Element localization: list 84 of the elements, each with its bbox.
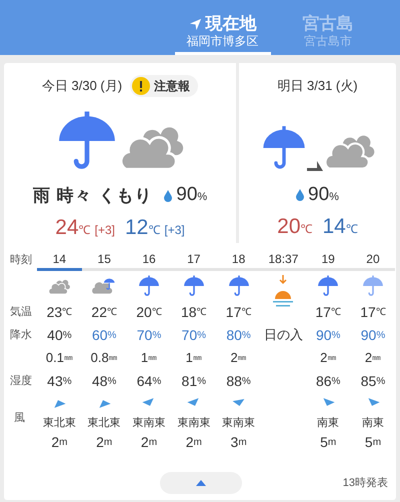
collapse-button[interactable] xyxy=(160,472,242,494)
hour-tab[interactable]: 15 xyxy=(82,249,127,271)
hour-tab[interactable]: 17 xyxy=(171,249,216,271)
precip-value: 90% xyxy=(308,182,339,207)
wind-direction: 南東 xyxy=(316,416,340,431)
amount-cell-text: 2㎜ xyxy=(319,349,338,368)
umbrella-icon xyxy=(56,110,118,172)
wind-direction: 東北東 xyxy=(86,416,122,431)
wind-direction: 東南東 xyxy=(221,416,256,431)
humidity-cell-text: 64% xyxy=(136,372,162,390)
drop-icon xyxy=(164,190,172,202)
drop-icon xyxy=(296,189,304,201)
amount-cell-text: 1㎜ xyxy=(184,349,203,368)
wind-speed: 2m xyxy=(140,433,158,451)
issued-time: 13時発表 xyxy=(342,476,388,491)
amount-cell-text: 2㎜ xyxy=(364,349,382,368)
wind-speed: 2m xyxy=(50,433,68,451)
hour-tab[interactable]: 20 xyxy=(350,249,396,271)
high-temp: 24℃ [+3] xyxy=(55,214,115,240)
row-label: 降水 xyxy=(9,328,33,343)
arrow-icon xyxy=(306,161,322,171)
umbrella-icon xyxy=(182,275,205,297)
high-temp: 20℃ xyxy=(277,214,312,240)
row-label: 時刻 xyxy=(9,252,33,268)
amount-cell-text: 1㎜ xyxy=(140,349,158,368)
wind-direction: 南東 xyxy=(360,416,385,431)
umbrella-icon xyxy=(138,275,160,297)
wind-speed: 5m xyxy=(319,433,338,451)
precip-cell-text: 70% xyxy=(180,326,208,344)
precip-cell-text: 90% xyxy=(360,326,386,344)
low-temp: 14℃ xyxy=(322,214,358,240)
hour-tab[interactable]: 19 xyxy=(306,249,351,271)
umbrella-icon xyxy=(317,275,340,297)
precip-cell-text: 70% xyxy=(136,326,162,344)
hour-tab[interactable]: 16 xyxy=(126,249,172,271)
wind-arrow-icon xyxy=(232,397,246,409)
precip-cell-text: 80% xyxy=(225,326,252,344)
temperature-cell-text: 17℃ xyxy=(314,302,342,322)
temperature-cell-text: 20℃ xyxy=(135,302,163,322)
temperature-cell-text: 18℃ xyxy=(180,302,208,322)
row-label: 風 xyxy=(13,410,26,426)
amount-cell-text: 0.8㎜ xyxy=(90,349,119,368)
humidity-cell-text: 43% xyxy=(46,372,73,390)
wind-speed: 2m xyxy=(184,433,203,451)
row-label: 湿度 xyxy=(9,374,33,389)
exclamation-icon xyxy=(132,77,150,95)
humidity-cell-text: 48% xyxy=(90,372,118,390)
hour-tab[interactable]: 18 xyxy=(216,249,261,271)
amount-cell-text: 0.1㎜ xyxy=(44,349,74,368)
humidity-cell-text: 88% xyxy=(225,372,252,390)
precip-value: 90% xyxy=(176,183,208,208)
sunset-label: 日の入 xyxy=(262,326,304,344)
cloud-umbrella-icon xyxy=(92,276,116,296)
caret-up-icon xyxy=(196,480,206,486)
warning-badge[interactable]: 注意報 xyxy=(130,75,198,97)
temperature-cell-text: 17℃ xyxy=(359,302,387,322)
amount-cell-text: 2㎜ xyxy=(229,349,248,368)
wind-direction: 東南東 xyxy=(131,416,166,431)
umbrella-icon xyxy=(260,125,306,171)
precip-cell-text: 40% xyxy=(46,326,73,344)
precip-cell-text: 60% xyxy=(90,326,118,344)
cloud-icon xyxy=(47,277,72,295)
wind-direction: 東南東 xyxy=(176,416,212,431)
location-arrow-icon xyxy=(188,18,202,30)
row-label: 気温 xyxy=(9,304,33,320)
date-label: 明日 3/31 (火) xyxy=(277,77,358,96)
humidity-cell-text: 81% xyxy=(180,372,208,390)
hour-tab[interactable]: 18:37 xyxy=(260,249,306,271)
wind-direction: 東北東 xyxy=(42,416,77,431)
temperature-cell-text: 23℃ xyxy=(46,302,74,322)
date-label: 今日 3/30 (月) xyxy=(42,77,122,96)
umbrella-icon xyxy=(362,275,384,297)
hour-tab[interactable]: 14 xyxy=(37,249,82,271)
humidity-cell-text: 86% xyxy=(314,372,342,390)
umbrella-icon xyxy=(228,275,250,297)
wind-speed: 5m xyxy=(364,433,382,451)
low-temp: 12℃ [+3] xyxy=(125,214,185,240)
humidity-cell-text: 85% xyxy=(360,372,386,390)
wind-speed: 2m xyxy=(95,433,114,451)
wind-speed: 3m xyxy=(230,433,248,451)
weather-text: 雨 時々 くもり xyxy=(32,184,152,207)
temperature-cell-text: 17℃ xyxy=(224,302,252,322)
precip-cell-text: 90% xyxy=(314,326,342,344)
temperature-cell-text: 22℃ xyxy=(90,302,118,322)
